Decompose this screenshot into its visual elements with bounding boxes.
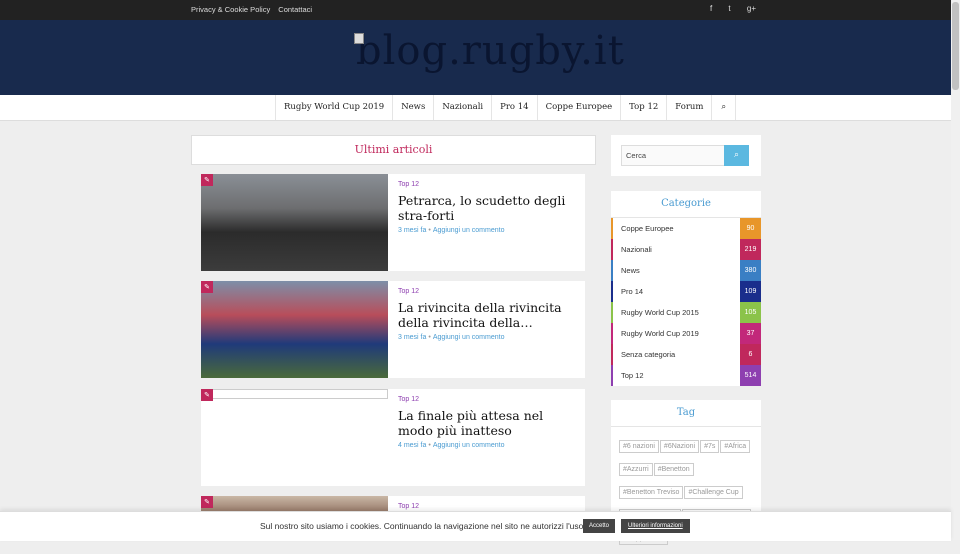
category-name[interactable]: Rugby World Cup 2019 [621,329,699,338]
category-list: Coppe Europee 90 Nazionali 219 News 380 Pro 14… [611,218,761,386]
article-meta: 3 mesi fa • Aggiungi un commento [398,334,504,341]
category-item[interactable]: Nazionali 219 [611,239,761,260]
tag-link[interactable]: #7s [700,440,720,453]
nav-item-pro-14[interactable]: Pro 14 [491,95,536,120]
tag-link[interactable]: #Africa [720,440,751,453]
pin-icon: ✎ [201,496,213,508]
pin-icon: ✎ [201,281,213,293]
social-links: f t g+ [696,4,756,13]
site-header: blog.rugby.it [0,20,951,95]
category-count: 90 [740,218,761,239]
article-card[interactable]: ✎ Top 12 Petrarca, lo scudetto degli str… [201,174,585,271]
category-item[interactable]: Top 12 514 [611,365,761,386]
category-name[interactable]: News [621,266,640,275]
pin-icon: ✎ [201,389,213,401]
more-info-button[interactable]: Ulteriori informazioni [621,519,690,533]
categories-widget: Categorie Coppe Europee 90 Nazionali 219 New… [611,191,761,386]
accept-button[interactable]: Accetto [583,519,616,533]
broken-image-icon [354,33,364,44]
category-item[interactable]: Rugby World Cup 2019 37 [611,323,761,344]
category-count: 105 [740,302,761,323]
tag-link[interactable]: #6Nazioni [659,440,700,453]
article-category[interactable]: Top 12 [398,396,419,403]
logo-alt-text: blog.rugby.it [356,28,625,74]
category-item[interactable]: Senza categoria 6 [611,344,761,365]
categories-title: Categorie [611,191,761,218]
main-column: Ultimi articoli ✎ Top 12 Petrarca, lo sc… [191,135,596,516]
category-item[interactable]: Pro 14 109 [611,281,761,302]
meta-separator: • [428,334,431,341]
scrollbar-thumb[interactable] [952,2,959,90]
category-name[interactable]: Senza categoria [621,350,675,359]
category-name[interactable]: Coppe Europee [621,224,674,233]
article-date[interactable]: 4 mesi fa [398,442,426,449]
nav-item-rugby-world-cup-2019[interactable]: Rugby World Cup 2019 [275,95,392,120]
pin-icon: ✎ [201,174,213,186]
article-card[interactable]: ✎ Top 12 La rivincita della rivincita de… [201,281,585,378]
article-meta: 3 mesi fa • Aggiungi un commento [398,227,504,234]
nav-item-nazionali[interactable]: Nazionali [433,95,491,120]
article-thumbnail[interactable] [201,281,388,378]
category-count: 109 [740,281,761,302]
google-plus-icon[interactable]: g+ [747,4,756,13]
nav-item-top-12[interactable]: Top 12 [620,95,666,120]
cookie-message: Sul nostro sito usiamo i cookies. Contin… [260,521,586,531]
category-name[interactable]: Nazionali [621,245,652,254]
main-nav: Rugby World Cup 2019 News Nazionali Pro … [0,95,951,121]
site-logo[interactable]: blog.rugby.it [354,28,625,74]
category-count: 380 [740,260,761,281]
nav-item-coppe-europee[interactable]: Coppe Europee [536,95,621,120]
search-icon[interactable]: ⌕ [711,95,737,120]
privacy-link[interactable]: Privacy & Cookie Policy [191,5,270,14]
category-item[interactable]: Rugby World Cup 2015 105 [611,302,761,323]
tag-link[interactable]: #Challenge Cup [684,486,743,499]
nav-item-forum[interactable]: Forum [666,95,711,120]
tag-link[interactable]: #6 nazioni [619,440,659,453]
section-title: Ultimi articoli [191,135,596,165]
tags-widget: Tag #6 nazioni #6Nazioni #7s #Africa #Azzurr… [611,400,761,545]
article-category[interactable]: Top 12 [398,288,419,295]
category-item[interactable]: Coppe Europee 90 [611,218,761,239]
article-title[interactable]: La finale più attesa nel modo più inatte… [398,408,576,438]
tag-link[interactable]: #Azzurri [619,463,653,476]
comment-link[interactable]: Aggiungi un commento [433,227,505,234]
category-name[interactable]: Rugby World Cup 2015 [621,308,699,317]
cookie-banner: Sul nostro sito usiamo i cookies. Contin… [0,511,951,541]
nav-item-news[interactable]: News [392,95,433,120]
meta-separator: • [428,227,431,234]
tag-link[interactable]: #Benetton [653,463,694,476]
category-count: 37 [740,323,761,344]
article-thumbnail[interactable] [201,389,388,399]
meta-separator: • [428,442,431,449]
comment-link[interactable]: Aggiungi un commento [433,334,505,341]
facebook-icon[interactable]: f [710,4,712,13]
category-count: 219 [740,239,761,260]
search-button[interactable]: ⌕ [724,145,749,166]
article-title[interactable]: Petrarca, lo scudetto degli stra-forti [398,193,576,223]
category-name[interactable]: Pro 14 [621,287,643,296]
article-meta: 4 mesi fa • Aggiungi un commento [398,442,504,449]
article-date[interactable]: 3 mesi fa [398,227,426,234]
category-count: 514 [740,365,761,386]
category-item[interactable]: News 380 [611,260,761,281]
search-widget: Cerca ⌕ [611,135,761,176]
article-category[interactable]: Top 12 [398,503,419,510]
category-count: 6 [740,344,761,365]
article-title[interactable]: La rivincita della rivincita della rivin… [398,300,576,330]
article-category[interactable]: Top 12 [398,181,419,188]
article-date[interactable]: 3 mesi fa [398,334,426,341]
search-input[interactable]: Cerca [621,145,726,166]
category-name[interactable]: Top 12 [621,371,644,380]
top-links: Privacy & Cookie Policy Contattaci [191,5,318,14]
page-scrollbar[interactable] [951,0,960,540]
contact-link[interactable]: Contattaci [278,5,312,14]
comment-link[interactable]: Aggiungi un commento [433,442,505,449]
twitter-icon[interactable]: t [728,4,730,13]
article-thumbnail[interactable] [201,174,388,271]
tag-link[interactable]: #Benetton Treviso [619,486,684,499]
top-bar: Privacy & Cookie Policy Contattaci f t g… [0,0,951,20]
tags-title: Tag [611,400,761,427]
article-card[interactable]: ✎ Top 12 La finale più attesa nel modo p… [201,389,585,486]
